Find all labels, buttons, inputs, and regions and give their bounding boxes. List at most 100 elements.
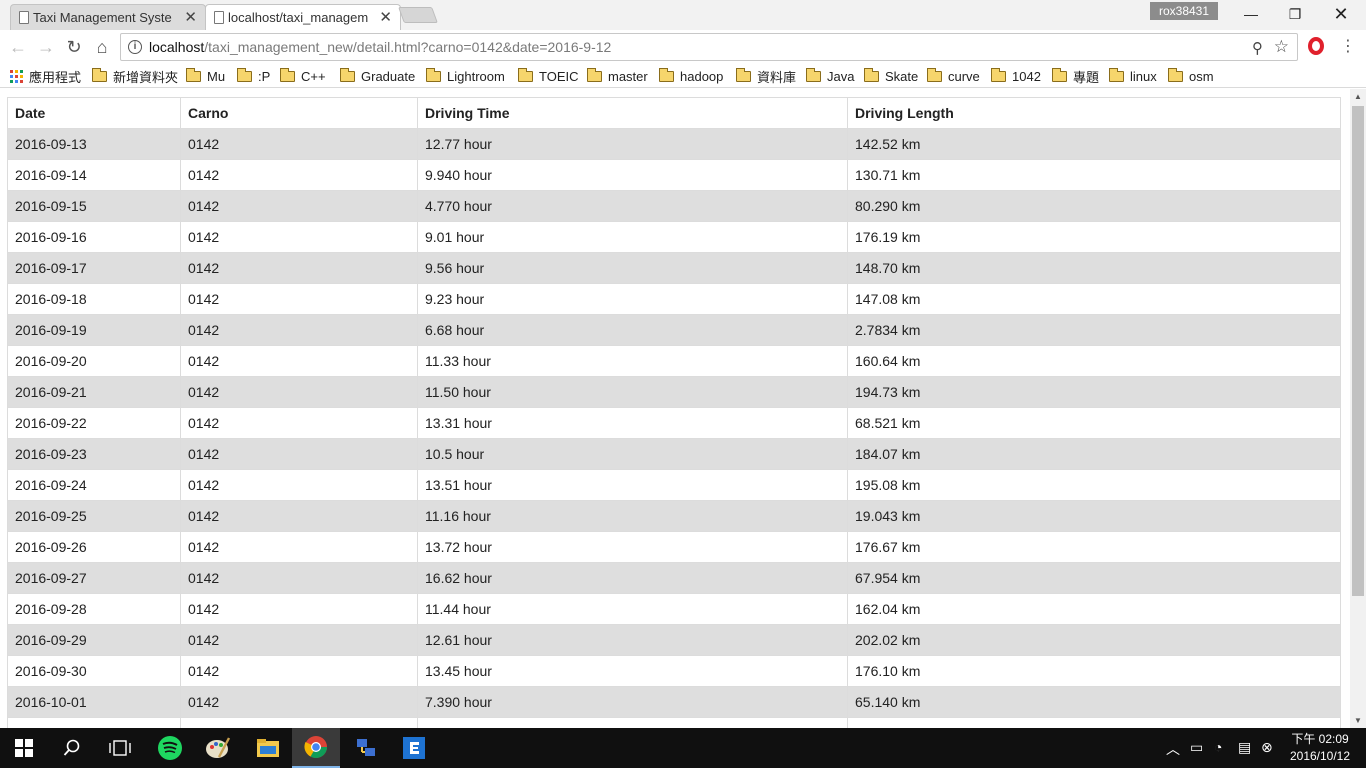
bookmark-item[interactable]: 新增資料夾 — [91, 67, 178, 85]
new-tab-button[interactable] — [398, 7, 438, 23]
carno-cell: 0142 — [180, 376, 418, 408]
driving-length-cell: 147.08 km — [847, 283, 1341, 315]
folder-icon — [863, 67, 879, 82]
table-row: 2016-09-26 0142 13.72 hour 176.67 km — [7, 531, 1341, 563]
scroll-up-icon[interactable]: ▲ — [1354, 92, 1362, 101]
wifi-icon[interactable]: ◔ — [1214, 739, 1222, 755]
driving-detail-table: Date Carno Driving Time Driving Length 2… — [7, 97, 1341, 728]
search-icon[interactable] — [48, 728, 96, 768]
bookmark-item[interactable]: Mu — [185, 67, 226, 85]
bookmark-item[interactable]: 資料庫 — [735, 67, 796, 85]
chrome-icon[interactable] — [292, 728, 340, 768]
carno-cell: 0142 — [180, 500, 418, 532]
opera-extension-icon[interactable] — [1308, 37, 1324, 55]
carno-cell: 0142 — [180, 314, 418, 346]
folder-icon — [926, 67, 942, 82]
info-icon[interactable]: i — [128, 40, 142, 54]
forward-icon[interactable]: → — [34, 35, 58, 59]
page-scrollbar[interactable]: ▲ ▼ — [1350, 89, 1366, 728]
bookmark-item[interactable]: master — [586, 67, 648, 85]
bookmark-item[interactable]: osm — [1167, 67, 1214, 85]
url-text[interactable]: localhost/taxi_management_new/detail.htm… — [149, 39, 611, 55]
bookmark-label: 1042 — [1012, 68, 1041, 84]
status-x-icon[interactable]: ⊗ — [1261, 739, 1273, 756]
driving-time-cell: 9.940 hour — [417, 159, 848, 191]
notifications-icon[interactable]: ▤ — [1238, 739, 1251, 756]
folder-icon — [586, 67, 602, 82]
table-row: 2016-09-28 0142 11.44 hour 162.04 km — [7, 593, 1341, 625]
close-tab-icon[interactable]: ✕ — [184, 8, 197, 26]
bookmark-item[interactable]: Lightroom — [425, 67, 505, 85]
date-cell: 2016-09-29 — [7, 624, 181, 656]
bookmark-label: C++ — [301, 68, 326, 84]
date-cell: 2016-09-23 — [7, 438, 181, 470]
bookmark-item[interactable]: 專題 — [1051, 67, 1099, 85]
driving-time-cell: 13.72 hour — [417, 531, 848, 563]
carno-cell: 0142 — [180, 686, 418, 718]
file-explorer-icon[interactable] — [244, 728, 292, 768]
bookmark-label: Skate — [885, 68, 919, 84]
bookmark-item[interactable]: curve — [926, 67, 980, 85]
tray-overflow-icon[interactable]: ︿ — [1166, 739, 1180, 759]
battery-icon[interactable]: ▭ — [1190, 739, 1203, 756]
zoom-icon[interactable]: ⚲ — [1252, 39, 1263, 57]
date-cell: 2016-09-27 — [7, 562, 181, 594]
spotify-icon[interactable] — [146, 728, 194, 768]
bookmark-star-icon[interactable]: ☆ — [1274, 37, 1289, 57]
driving-time-cell: 7.390 hour — [417, 686, 848, 718]
carno-cell: 0142 — [180, 407, 418, 439]
bookmark-item[interactable]: linux — [1108, 67, 1157, 85]
table-row: 2016-09-19 0142 6.68 hour 2.7834 km — [7, 314, 1341, 346]
tab-localhost-detail[interactable]: localhost/taxi_managem ✕ — [205, 4, 401, 30]
driving-length-cell: 184.07 km — [847, 438, 1341, 470]
close-tab-icon[interactable]: ✕ — [379, 8, 392, 26]
driving-time-cell: 9.01 hour — [417, 221, 848, 253]
close-window-icon[interactable]: ✕ — [1318, 0, 1364, 28]
scroll-down-icon[interactable]: ▼ — [1354, 716, 1362, 725]
scrollbar-thumb[interactable] — [1352, 106, 1364, 596]
start-icon[interactable] — [0, 728, 48, 768]
carno-cell: 0142 — [180, 531, 418, 563]
reload-icon[interactable]: ↻ — [62, 35, 86, 59]
bookmark-item[interactable]: TOEIC — [517, 67, 579, 85]
tab-title: localhost/taxi_managem — [228, 10, 368, 25]
bookmark-item[interactable]: hadoop — [658, 67, 723, 85]
carno-cell: 0142 — [180, 190, 418, 222]
bookmark-item[interactable]: :P — [236, 67, 271, 85]
home-icon[interactable]: ⌂ — [90, 35, 114, 59]
folder-icon — [1051, 67, 1067, 82]
column-header-driving-time: Driving Time — [417, 97, 848, 129]
editor-app-icon[interactable] — [390, 728, 438, 768]
driving-time-cell: 4.770 hour — [417, 190, 848, 222]
driving-length-cell: 176.19 km — [847, 221, 1341, 253]
folder-icon — [339, 67, 355, 82]
menu-icon[interactable]: ⋮ — [1340, 36, 1356, 56]
bookmark-item[interactable]: C++ — [279, 67, 326, 85]
driving-length-cell: 176.67 km — [847, 531, 1341, 563]
address-bar[interactable]: i localhost/taxi_management_new/detail.h… — [120, 33, 1298, 61]
bookmark-item[interactable]: Java — [805, 67, 854, 85]
folder-icon — [236, 67, 252, 82]
tab-taxi-management[interactable]: Taxi Management Syste ✕ — [10, 4, 206, 30]
bookmark-label: :P — [258, 68, 271, 84]
bookmarks-bar: 應用程式 新增資料夾 Mu :P C++ Graduate Lightroom TOEIC ma… — [0, 64, 1366, 88]
network-app-icon[interactable] — [342, 728, 390, 768]
restore-icon[interactable]: ❐ — [1272, 0, 1318, 28]
profile-badge[interactable]: rox38431 — [1150, 2, 1218, 20]
paint-icon[interactable] — [194, 728, 242, 768]
bookmark-label: Mu — [207, 68, 226, 84]
task-view-icon[interactable] — [96, 728, 144, 768]
driving-time-cell: 13.45 hour — [417, 655, 848, 687]
date-cell: 2016-09-22 — [7, 407, 181, 439]
bookmark-label: curve — [948, 68, 980, 84]
bookmark-item[interactable]: 1042 — [990, 67, 1041, 85]
system-clock[interactable]: 下午 02:09 2016/10/12 — [1280, 731, 1360, 765]
driving-time-cell: 6.68 hour — [417, 314, 848, 346]
back-icon[interactable]: ← — [6, 35, 30, 59]
table-row: 2016-09-14 0142 9.940 hour 130.71 km — [7, 159, 1341, 191]
minimize-icon[interactable]: — — [1228, 0, 1274, 28]
bookmark-item[interactable]: Graduate — [339, 67, 415, 85]
bookmark-item[interactable]: 應用程式 — [10, 67, 81, 85]
bookmark-item[interactable]: Skate — [863, 67, 919, 85]
date-cell: 2016-09-30 — [7, 655, 181, 687]
